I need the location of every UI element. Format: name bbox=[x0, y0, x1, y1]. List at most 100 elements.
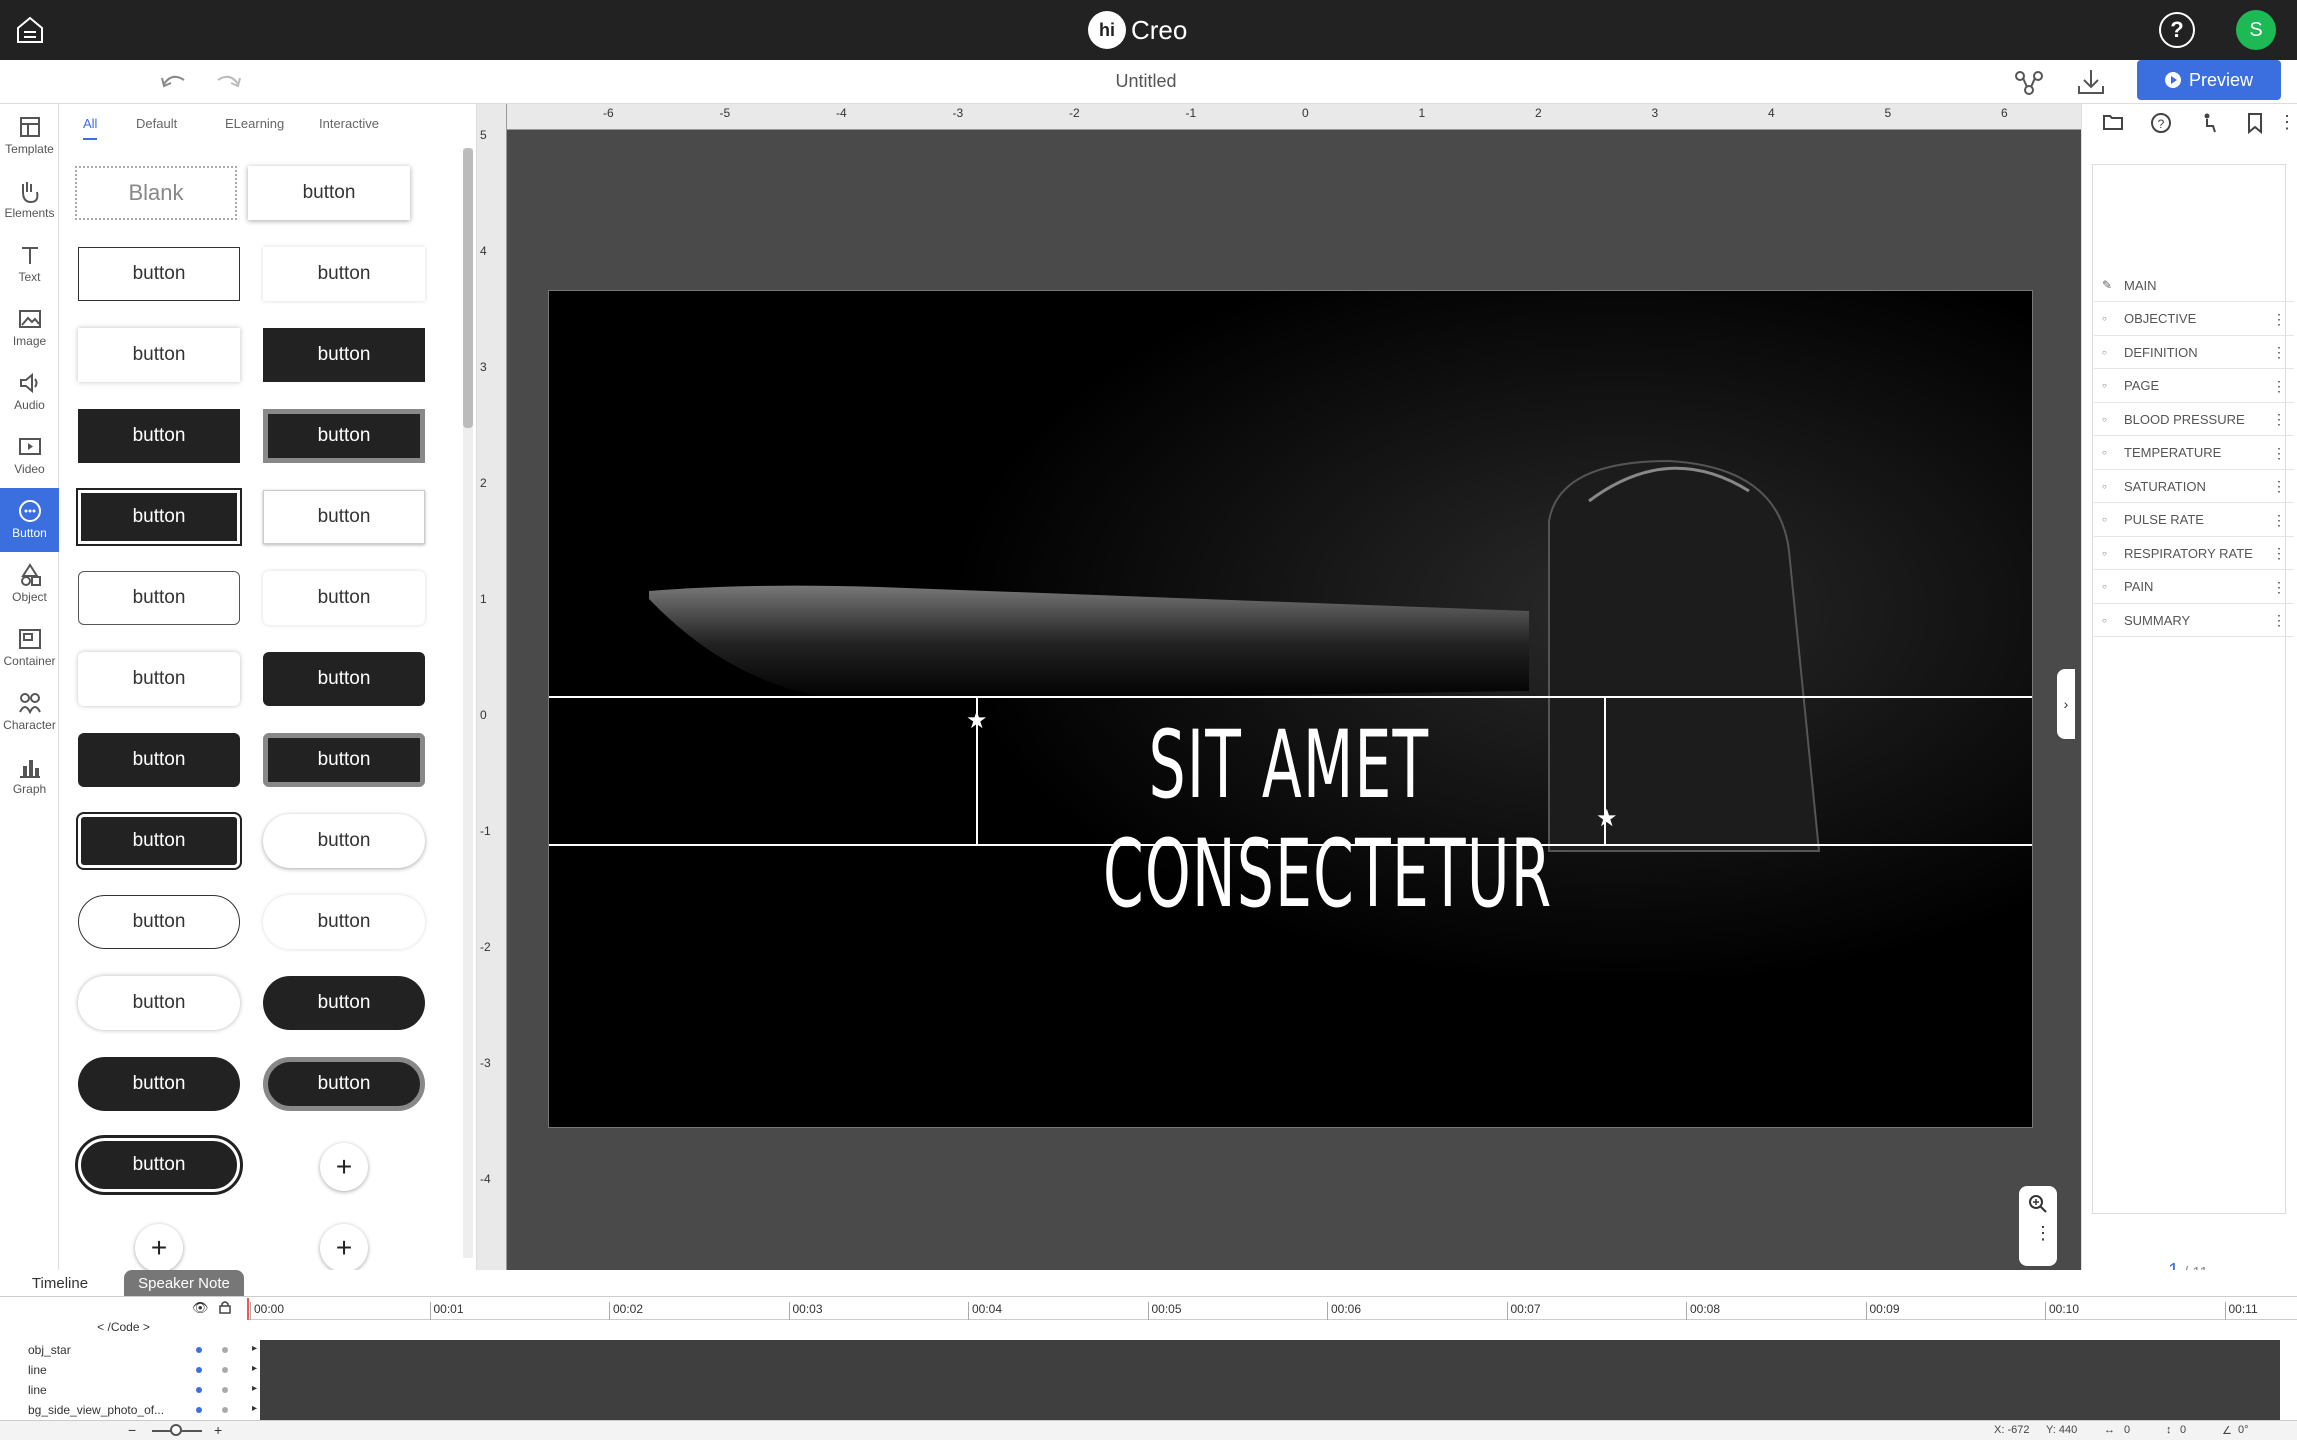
tab-default[interactable]: Default bbox=[136, 116, 177, 131]
nav-container[interactable]: Container bbox=[0, 616, 59, 680]
section-item[interactable]: ○ DEFINITION ⋮ bbox=[2094, 336, 2294, 369]
plus-icon[interactable]: + bbox=[135, 1224, 183, 1270]
button-style-18[interactable]: button bbox=[78, 895, 240, 949]
nav-object[interactable]: Object bbox=[0, 552, 59, 616]
visibility-dot[interactable] bbox=[196, 1387, 202, 1393]
zoom-out-icon[interactable]: − bbox=[128, 1422, 136, 1438]
more-options-icon[interactable]: ⋮ bbox=[2034, 1224, 2052, 1242]
nav-text[interactable]: Text bbox=[0, 232, 59, 296]
more-options-icon[interactable]: ⋮ bbox=[2272, 512, 2286, 529]
slide-headline[interactable]: SIT AMET CONSECTETUR bbox=[1103, 711, 1551, 929]
slider-handle[interactable] bbox=[170, 1424, 182, 1436]
timeline-tracks[interactable] bbox=[260, 1340, 2280, 1424]
button-style-10[interactable]: button bbox=[78, 571, 240, 625]
button-style-24[interactable]: button bbox=[75, 1135, 243, 1195]
button-style-4[interactable]: button bbox=[78, 328, 240, 382]
bookmark-icon[interactable] bbox=[2246, 112, 2264, 139]
tab-interactive[interactable]: Interactive bbox=[319, 116, 379, 131]
nav-character[interactable]: Character bbox=[0, 680, 59, 744]
lock-icon[interactable] bbox=[218, 1300, 232, 1319]
more-options-icon[interactable]: ⋮ bbox=[2272, 311, 2286, 328]
plus-icon[interactable]: + bbox=[320, 1143, 368, 1191]
more-options-icon[interactable]: ⋮ bbox=[2272, 344, 2286, 361]
folder-icon[interactable] bbox=[2102, 112, 2124, 137]
button-style-2[interactable]: button bbox=[78, 247, 240, 301]
tab-elearning[interactable]: ELearning bbox=[225, 116, 284, 131]
tab-speaker-note[interactable]: Speaker Note bbox=[124, 1270, 244, 1296]
tab-all[interactable]: All bbox=[83, 116, 98, 140]
more-options-icon[interactable]: ⋮ bbox=[2272, 478, 2286, 495]
download-icon[interactable] bbox=[2076, 68, 2106, 101]
button-style-13[interactable]: button bbox=[263, 652, 425, 706]
code-label[interactable]: < /Code > bbox=[0, 1320, 247, 1340]
button-style-9[interactable]: button bbox=[263, 490, 425, 544]
layer-row[interactable]: line ▸ bbox=[0, 1380, 260, 1400]
expand-arrow-icon[interactable]: ▸ bbox=[252, 1403, 257, 1414]
section-item[interactable]: ○ SUMMARY ⋮ bbox=[2094, 604, 2294, 637]
button-style-22[interactable]: button bbox=[78, 1057, 240, 1111]
button-style-5[interactable]: button bbox=[263, 328, 425, 382]
blank-button-template[interactable]: Blank bbox=[75, 166, 237, 220]
button-style-15[interactable]: button bbox=[263, 733, 425, 787]
nav-elements[interactable]: Elements bbox=[0, 168, 59, 232]
more-options-icon[interactable]: ⋮ bbox=[2272, 445, 2286, 462]
layer-row[interactable]: obj_star ▸ bbox=[0, 1340, 260, 1360]
lock-dot[interactable] bbox=[222, 1367, 228, 1373]
more-options-icon[interactable]: ⋮ bbox=[2272, 378, 2286, 395]
star-icon[interactable]: ★ bbox=[966, 706, 988, 735]
zoom-in-icon[interactable] bbox=[2028, 1194, 2048, 1219]
button-style-7[interactable]: button bbox=[263, 409, 425, 463]
nav-button[interactable]: Button bbox=[0, 488, 59, 552]
slide-canvas[interactable]: ★ ★ SIT AMET CONSECTETUR bbox=[548, 290, 2033, 1128]
preview-button[interactable]: Preview bbox=[2137, 60, 2281, 100]
tab-timeline[interactable]: Timeline bbox=[0, 1270, 120, 1296]
section-item[interactable]: ○ PULSE RATE ⋮ bbox=[2094, 504, 2294, 537]
undo-icon[interactable] bbox=[158, 70, 188, 99]
document-title[interactable]: Untitled bbox=[1050, 71, 1242, 92]
button-style-8[interactable]: button bbox=[76, 488, 242, 546]
section-item[interactable]: ○ PAGE ⋮ bbox=[2094, 370, 2294, 403]
nav-template[interactable]: Template bbox=[0, 104, 59, 168]
expand-arrow-icon[interactable]: ▸ bbox=[252, 1383, 257, 1394]
expand-arrow-icon[interactable]: ▸ bbox=[252, 1363, 257, 1374]
button-style-21[interactable]: button bbox=[263, 976, 425, 1030]
nav-graph[interactable]: Graph bbox=[0, 744, 59, 808]
redo-icon[interactable] bbox=[214, 70, 244, 99]
nav-audio[interactable]: Audio bbox=[0, 360, 59, 424]
more-options-icon[interactable]: ⋮ bbox=[2272, 545, 2286, 562]
layer-row[interactable]: line ▸ bbox=[0, 1360, 260, 1380]
button-style-1[interactable]: button bbox=[248, 166, 410, 220]
lock-dot[interactable] bbox=[222, 1407, 228, 1413]
nav-image[interactable]: Image bbox=[0, 296, 59, 360]
section-item[interactable]: ○ SATURATION ⋮ bbox=[2094, 470, 2294, 503]
eye-icon[interactable]: 👁 bbox=[192, 1300, 209, 1316]
button-style-19[interactable]: button bbox=[263, 895, 425, 949]
visibility-dot[interactable] bbox=[196, 1407, 202, 1413]
share-icon[interactable] bbox=[2014, 68, 2044, 101]
button-style-3[interactable]: button bbox=[263, 247, 425, 301]
chevron-right-icon[interactable]: › bbox=[2057, 669, 2075, 739]
button-style-12[interactable]: button bbox=[78, 652, 240, 706]
button-style-11[interactable]: button bbox=[263, 571, 425, 625]
expand-arrow-icon[interactable]: ▸ bbox=[252, 1343, 257, 1354]
nav-video[interactable]: Video bbox=[0, 424, 59, 488]
visibility-dot[interactable] bbox=[196, 1367, 202, 1373]
button-style-16[interactable]: button bbox=[76, 812, 242, 870]
button-style-6[interactable]: button bbox=[78, 409, 240, 463]
more-options-icon[interactable]: ⋮ bbox=[2272, 612, 2286, 629]
button-style-17[interactable]: button bbox=[263, 814, 425, 868]
avatar[interactable]: S bbox=[2236, 10, 2276, 50]
lock-dot[interactable] bbox=[222, 1387, 228, 1393]
plus-icon[interactable]: + bbox=[320, 1224, 368, 1270]
section-item[interactable]: ○ RESPIRATORY RATE ⋮ bbox=[2094, 537, 2294, 570]
star-icon[interactable]: ★ bbox=[1596, 804, 1618, 833]
home-icon[interactable] bbox=[14, 14, 46, 46]
button-style-20[interactable]: button bbox=[78, 976, 240, 1030]
playhead[interactable] bbox=[247, 1298, 249, 1320]
more-options-icon[interactable]: ⋮ bbox=[2278, 112, 2296, 133]
lock-dot[interactable] bbox=[222, 1347, 228, 1353]
section-item[interactable]: ○ PAIN ⋮ bbox=[2094, 571, 2294, 604]
section-item[interactable]: ✎ MAIN bbox=[2094, 269, 2294, 302]
section-item[interactable]: ○ OBJECTIVE ⋮ bbox=[2094, 303, 2294, 336]
button-style-23[interactable]: button bbox=[263, 1057, 425, 1111]
